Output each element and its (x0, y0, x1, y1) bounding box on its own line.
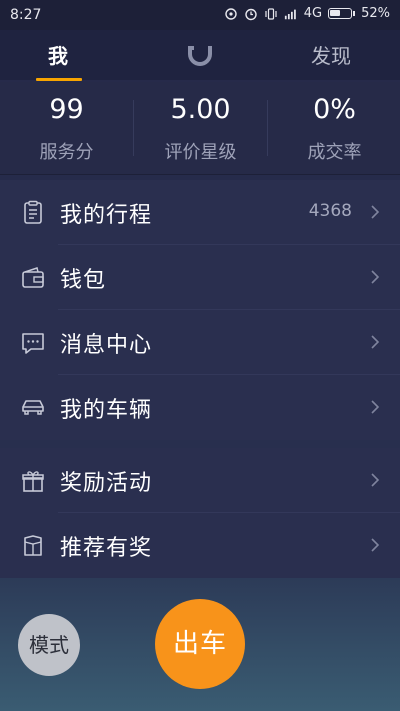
menu-group-rewards: 奖励活动 推荐有奖 (0, 448, 400, 578)
chevron-right-icon (371, 538, 380, 552)
menu-item-message-center[interactable]: 消息中心 (0, 310, 400, 375)
menu-item-label: 奖励活动 (60, 471, 153, 496)
top-tab-bar: 我 发现 (0, 30, 400, 81)
status-time: 8:27 (10, 7, 42, 23)
driver-profile-screen: 8:27 4G 52% 我 发现 99 服务分 5.00 评价星级 0% 成交率… (0, 0, 400, 711)
stat-label: 服务分 (39, 142, 94, 163)
stat-value: 5.00 (170, 94, 231, 125)
menu-item-referral-rewards[interactable]: 推荐有奖 (0, 513, 400, 578)
alarm-icon (245, 8, 257, 20)
menu-item-my-trips[interactable]: 我的行程 4368 (0, 180, 400, 245)
stat-service-score[interactable]: 99 服务分 (0, 82, 133, 174)
sync-icon (225, 7, 237, 20)
tab-me[interactable]: 我 (34, 40, 82, 69)
wallet-icon (22, 267, 44, 288)
message-icon (22, 333, 44, 354)
menu-group-main: 我的行程 4368 钱包 消息中心 我的车辆 (0, 180, 400, 440)
stat-rating[interactable]: 5.00 评价星级 (134, 82, 267, 174)
battery-percent: 52% (361, 6, 390, 21)
status-bar: 8:27 4G 52% (0, 0, 400, 30)
stat-deal-rate[interactable]: 0% 成交率 (268, 82, 400, 174)
driver-stats: 99 服务分 5.00 评价星级 0% 成交率 (0, 82, 400, 175)
tab-discover[interactable]: 发现 (296, 40, 366, 69)
chevron-right-icon (371, 205, 380, 219)
vibrate-icon (265, 7, 277, 20)
car-icon (22, 400, 44, 415)
menu-item-reward-activities[interactable]: 奖励活动 (0, 448, 400, 513)
chevron-right-icon (371, 270, 380, 284)
menu-item-my-vehicle[interactable]: 我的车辆 (0, 375, 400, 440)
clipboard-icon (24, 200, 42, 224)
menu-item-label: 我的行程 (60, 203, 153, 228)
menu-item-label: 我的车辆 (60, 398, 153, 423)
signal-icon (284, 9, 296, 19)
chevron-right-icon (371, 400, 380, 414)
stat-value: 0% (313, 94, 356, 125)
menu-item-label: 钱包 (60, 268, 107, 293)
start-driving-button[interactable]: 出车 (155, 599, 245, 689)
stat-label: 评价星级 (164, 142, 237, 163)
trip-count: 4368 (308, 201, 352, 221)
didi-logo-icon[interactable] (184, 40, 216, 68)
chevron-right-icon (371, 473, 380, 487)
menu-item-label: 消息中心 (60, 333, 153, 358)
menu-item-label: 推荐有奖 (60, 536, 153, 561)
network-type: 4G (303, 6, 323, 21)
status-icons: 4G 52% (224, 6, 390, 21)
gift-icon (22, 471, 44, 492)
stat-value: 99 (49, 94, 84, 125)
recommend-icon (24, 535, 42, 556)
battery-icon (328, 8, 356, 19)
mode-button[interactable]: 模式 (18, 614, 80, 676)
chevron-right-icon (371, 335, 380, 349)
active-tab-indicator (36, 78, 82, 81)
stat-label: 成交率 (307, 142, 362, 163)
menu-item-wallet[interactable]: 钱包 (0, 245, 400, 310)
